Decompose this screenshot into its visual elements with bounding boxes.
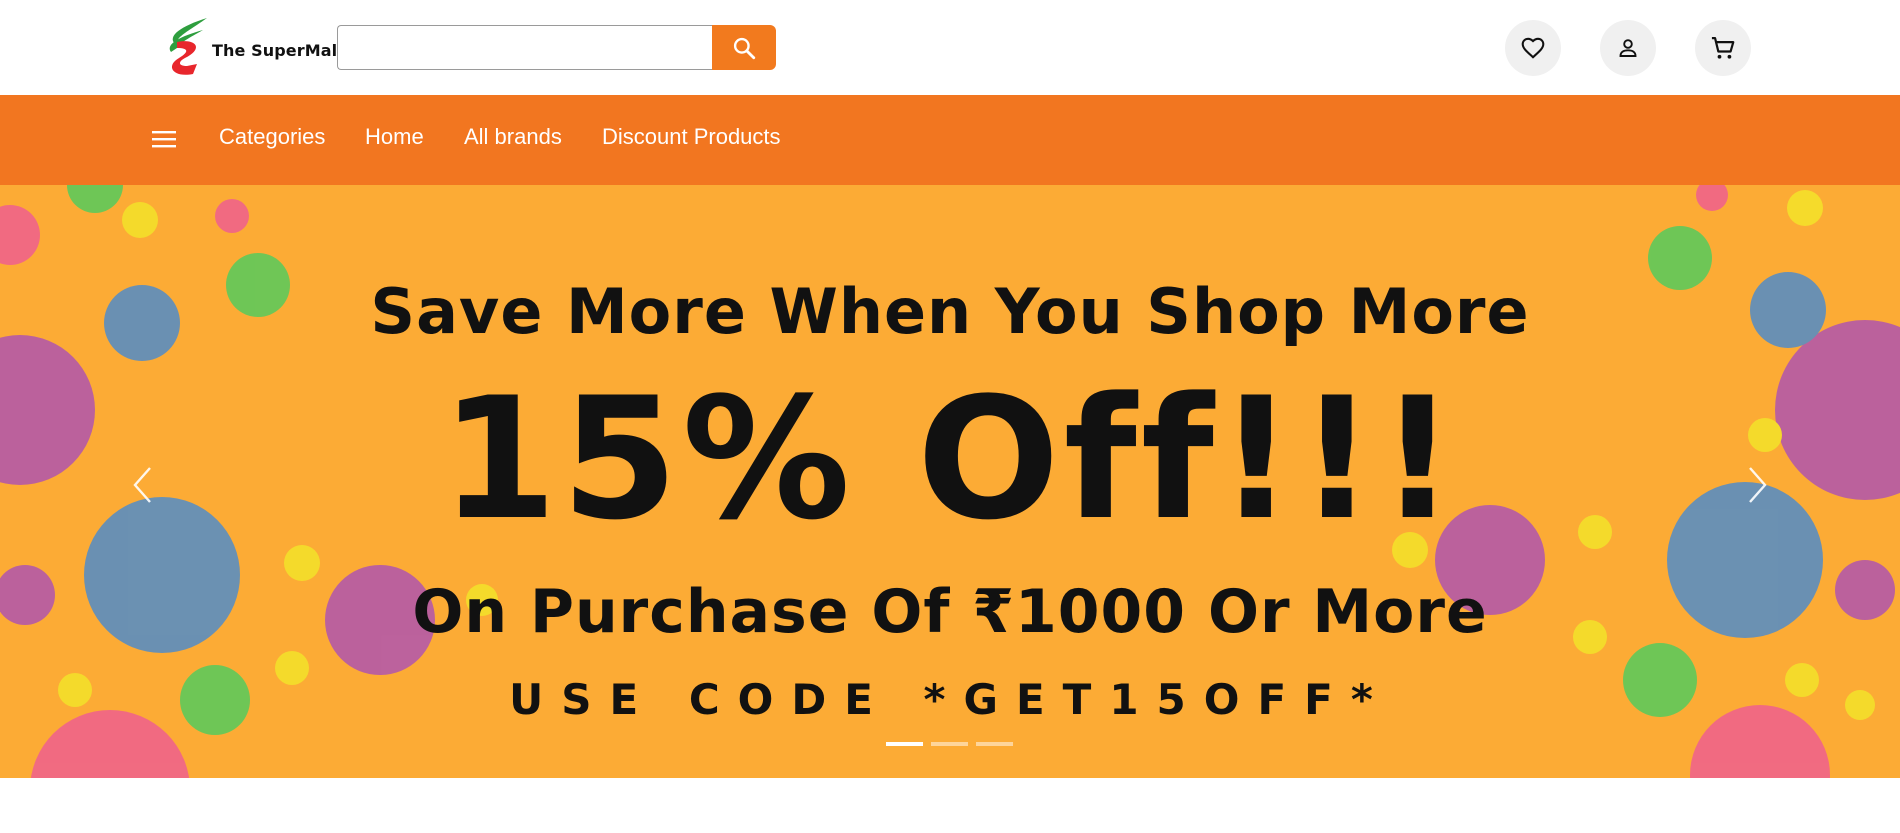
carousel-indicator-3[interactable] (976, 742, 1013, 746)
banner-offer: 15% Off!!! (440, 361, 1460, 557)
search-input[interactable] (337, 25, 712, 70)
page: The SuperMall Categories Home All brands… (0, 0, 1900, 833)
banner-headline: Save More When You Shop More (370, 275, 1530, 348)
carousel-next-icon[interactable] (1742, 460, 1772, 510)
search-button[interactable] (712, 25, 776, 70)
hamburger-menu-icon[interactable] (152, 127, 176, 151)
account-button[interactable] (1600, 20, 1656, 76)
nav-link-categories[interactable]: Categories (219, 124, 325, 150)
site-logo[interactable]: The SuperMall (163, 14, 343, 80)
search-icon (733, 37, 756, 59)
carousel-indicators (886, 742, 1013, 746)
carousel-indicator-1[interactable] (886, 742, 923, 746)
supermall-logo-icon (169, 18, 207, 75)
nav-link-discount-products[interactable]: Discount Products (602, 124, 781, 150)
cart-icon (1711, 36, 1735, 59)
site-header: The SuperMall (0, 0, 1900, 95)
nav-link-home[interactable]: Home (365, 124, 424, 150)
logo-text: The SuperMall (212, 40, 343, 60)
user-icon (1619, 39, 1637, 57)
heart-icon (1521, 37, 1545, 59)
nav-link-all-brands[interactable]: All brands (464, 124, 562, 150)
search-bar (337, 25, 776, 70)
banner-subline: On Purchase Of ₹1000 Or More (412, 577, 1488, 647)
main-navigation: Categories Home All brands Discount Prod… (0, 95, 1900, 185)
carousel-indicator-2[interactable] (931, 742, 968, 746)
cart-button[interactable] (1695, 20, 1751, 76)
promo-carousel: Save More When You Shop More 15% Off!!! … (0, 185, 1900, 778)
banner-promo-code: USE CODE *GET15OFF* (509, 675, 1391, 724)
wishlist-button[interactable] (1505, 20, 1561, 76)
carousel-prev-icon[interactable] (128, 460, 158, 510)
